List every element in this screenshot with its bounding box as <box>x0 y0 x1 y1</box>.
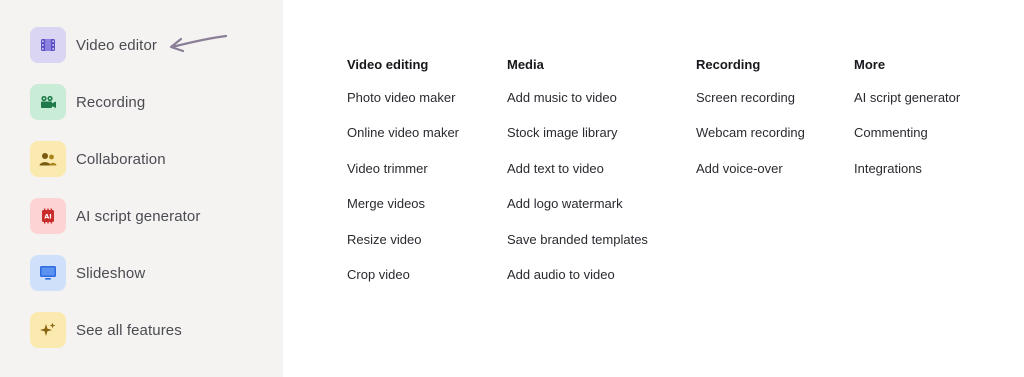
sidebar-item-label: AI script generator <box>76 207 201 225</box>
menu-link[interactable]: Commenting <box>854 125 960 141</box>
menu-link[interactable]: Stock image library <box>507 125 648 141</box>
menu-link[interactable]: Webcam recording <box>696 125 805 141</box>
menu-column-more: More AI script generator Commenting Inte… <box>854 57 960 177</box>
svg-text:AI: AI <box>44 213 51 221</box>
menu-link[interactable]: Add logo watermark <box>507 196 648 212</box>
sidebar-item-collaboration[interactable]: Collaboration <box>30 141 270 177</box>
menu-link[interactable]: Save branded templates <box>507 232 648 248</box>
column-heading: Recording <box>696 57 761 72</box>
sidebar-item-label: Recording <box>76 93 146 111</box>
menu-link[interactable]: Merge videos <box>347 196 459 212</box>
menu-link[interactable]: Add text to video <box>507 161 648 177</box>
menu-column-video-editing: Video editing Photo video maker Online v… <box>347 57 459 283</box>
camera-icon <box>30 84 66 120</box>
sparkle-icon <box>30 312 66 348</box>
sidebar-item-label: See all features <box>76 321 182 339</box>
film-icon <box>30 27 66 63</box>
column-heading: More <box>854 57 886 72</box>
menu-link[interactable]: Video trimmer <box>347 161 459 177</box>
menu-link[interactable]: Screen recording <box>696 90 805 106</box>
monitor-icon <box>30 255 66 291</box>
menu-link[interactable]: Resize video <box>347 232 459 248</box>
column-heading: Video editing <box>347 57 429 72</box>
menu-link[interactable]: Photo video maker <box>347 90 459 106</box>
sidebar-item-see-all-features[interactable]: See all features <box>30 312 270 348</box>
menu-column-recording: Recording Screen recording Webcam record… <box>696 57 805 177</box>
menu-link[interactable]: Add voice-over <box>696 161 805 177</box>
sidebar-item-slideshow[interactable]: Slideshow <box>30 255 270 291</box>
menu-link[interactable]: Integrations <box>854 161 960 177</box>
menu-link[interactable]: AI script generator <box>854 90 960 106</box>
menu-link[interactable]: Online video maker <box>347 125 459 141</box>
sidebar-item-label: Slideshow <box>76 264 146 282</box>
sidebar-item-ai-script-generator[interactable]: AI AI script generator <box>30 198 270 234</box>
menu-link[interactable]: Add audio to video <box>507 267 648 283</box>
menu-link[interactable]: Crop video <box>347 267 459 283</box>
sidebar-item-label: Video editor <box>76 36 157 54</box>
ai-icon: AI <box>30 198 66 234</box>
column-heading: Media <box>507 57 544 72</box>
menu-column-media: Media Add music to video Stock image lib… <box>507 57 648 283</box>
feature-menu: Video editing Photo video maker Online v… <box>283 0 1024 377</box>
pointer-arrow-icon <box>169 34 228 53</box>
sidebar-item-recording[interactable]: Recording <box>30 84 270 120</box>
sidebar-item-label: Collaboration <box>76 150 166 168</box>
users-icon <box>30 141 66 177</box>
menu-link[interactable]: Add music to video <box>507 90 648 106</box>
feature-sidebar: Video editor Recording Collaboration AI … <box>0 0 283 377</box>
sidebar-item-video-editor[interactable]: Video editor <box>30 27 270 63</box>
